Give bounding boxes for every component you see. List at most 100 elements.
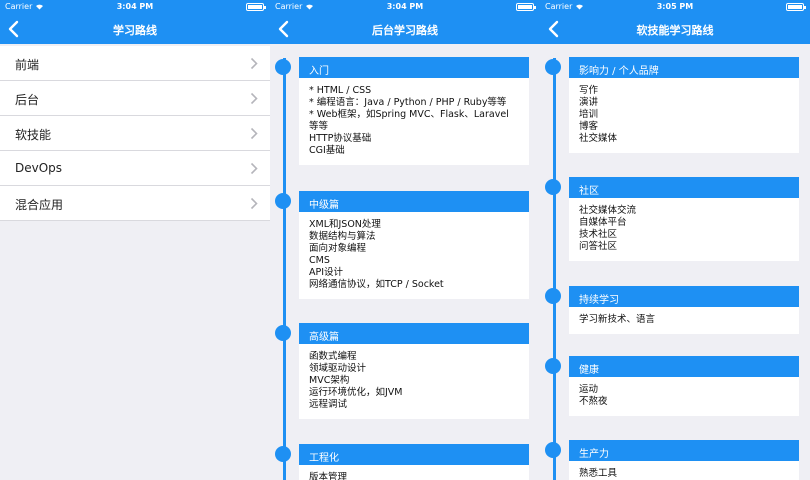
battery-icon	[246, 3, 266, 11]
timeline-line	[283, 58, 286, 480]
card-line: 技术社区	[579, 229, 618, 240]
card-header: 影响力 / 个人品牌	[545, 57, 799, 78]
card-body: 运动 不熬夜	[569, 377, 799, 416]
timeline-card: 高级篇 函数式编程 领域驱动设计 MVC架构 运行环境优化，如JVM 远程调试	[275, 323, 529, 419]
nav-bar: 后台学习路线	[270, 14, 540, 44]
path-menu: 前端 后台 软技能 DevOps 混合应用	[0, 46, 270, 221]
status-time: 3:04 PM	[386, 2, 424, 11]
menu-item-label: 前端	[15, 58, 40, 72]
card-line: CGI基础	[309, 145, 345, 156]
status-bar: Carrier 3:04 PM	[0, 0, 270, 14]
card-line: 培训	[579, 109, 599, 120]
chevron-right-icon	[250, 197, 258, 210]
timeline-dot	[545, 288, 561, 304]
card-title: 工程化	[309, 453, 339, 464]
nav-title: 软技能学习路线	[636, 24, 714, 37]
timeline-dot	[545, 179, 561, 195]
card-line: XML和JSON处理	[309, 219, 381, 230]
timeline-card: 社区 社交媒体交流 自媒体平台 技术社区 问答社区	[545, 177, 799, 261]
timeline-dot	[275, 59, 291, 75]
timeline-line	[553, 58, 556, 480]
card-header: 社区	[545, 177, 799, 198]
card-line: 博客	[579, 121, 599, 132]
card-body: 熟悉工具	[569, 461, 799, 480]
card-body: 函数式编程 领域驱动设计 MVC架构 运行环境优化，如JVM 远程调试	[299, 344, 529, 419]
card-line: * Web框架，如Spring MVC、Flask、Laravel	[309, 109, 509, 120]
chevron-right-icon	[250, 127, 258, 140]
timeline-card: 中级篇 XML和JSON处理 数据结构与算法 面向对象编程 CMS API设计 …	[275, 191, 529, 299]
card-line: * 编程语言：Java / Python / PHP / Ruby等等	[309, 97, 507, 108]
card-line: 写作	[579, 85, 599, 96]
card-line: 学习新技术、语言	[579, 314, 656, 325]
card-title: 中级篇	[309, 200, 339, 211]
timeline-card: 健康 运动 不熬夜	[545, 356, 799, 416]
timeline-dot	[275, 325, 291, 341]
chevron-right-icon	[250, 92, 258, 105]
timeline-dot	[545, 358, 561, 374]
nav-title: 后台学习路线	[372, 24, 438, 37]
status-bar: Carrier 3:05 PM	[540, 0, 810, 14]
status-time: 3:04 PM	[116, 2, 154, 11]
timeline-card: 影响力 / 个人品牌 写作 演讲 培训 博客 社交媒体	[545, 57, 799, 153]
card-line: 熟悉工具	[579, 468, 618, 479]
card-title: 入门	[309, 66, 329, 77]
card-line: 数据结构与算法	[309, 231, 376, 242]
card-title: 社区	[579, 186, 599, 197]
menu-item-frontend[interactable]: 前端	[0, 46, 270, 81]
nav-title: 学习路线	[113, 24, 157, 37]
card-header: 高级篇	[275, 323, 529, 344]
card-line: 自媒体平台	[579, 217, 627, 228]
nav-bar: 软技能学习路线	[540, 14, 810, 44]
card-line: MVC架构	[309, 375, 350, 386]
timeline-card: 持续学习 学习新技术、语言	[545, 286, 799, 334]
card-body: 学习新技术、语言	[569, 307, 799, 334]
menu-item-devops[interactable]: DevOps	[0, 151, 270, 186]
timeline-dot	[545, 59, 561, 75]
card-title: 健康	[579, 365, 599, 376]
menu-item-hybrid[interactable]: 混合应用	[0, 186, 270, 221]
menu-item-backend[interactable]: 后台	[0, 81, 270, 116]
chevron-right-icon	[250, 162, 258, 175]
card-line: 领域驱动设计	[309, 363, 367, 374]
nav-bar: 学习路线	[0, 14, 270, 44]
menu-item-soft-skills[interactable]: 软技能	[0, 116, 270, 151]
card-title: 持续学习	[579, 295, 619, 306]
card-line: 社交媒体交流	[579, 205, 637, 216]
card-line: 不熬夜	[579, 396, 608, 407]
timeline-dot	[275, 193, 291, 209]
card-line: 社交媒体	[579, 133, 618, 144]
card-title: 生产力	[579, 449, 609, 460]
card-line: 问答社区	[579, 241, 618, 252]
card-line: 网络通信协议，如TCP / Socket	[309, 279, 444, 290]
status-bar: Carrier 3:04 PM	[270, 0, 540, 14]
card-body: 社交媒体交流 自媒体平台 技术社区 问答社区	[569, 198, 799, 261]
screen-backend-path: Carrier 3:04 PM 后台学习路线 入门 * HTML / CSS *…	[270, 0, 540, 480]
card-body: 版本管理	[299, 465, 529, 480]
card-header: 中级篇	[275, 191, 529, 212]
card-header: 持续学习	[545, 286, 799, 307]
card-title: 高级篇	[309, 332, 339, 343]
card-header: 工程化	[275, 444, 529, 465]
card-line: 运行环境优化，如JVM	[309, 387, 403, 398]
menu-item-label: 混合应用	[15, 198, 64, 212]
card-body: * HTML / CSS * 编程语言：Java / Python / PHP …	[299, 78, 529, 165]
menu-item-label: 后台	[15, 93, 40, 107]
timeline-dot	[545, 442, 561, 458]
card-line: 版本管理	[309, 472, 348, 480]
card-line: CMS	[309, 255, 330, 266]
card-line: 远程调试	[309, 399, 348, 410]
battery-icon	[786, 3, 806, 11]
card-line: API设计	[309, 267, 344, 278]
card-line: 演讲	[579, 97, 599, 108]
timeline-card: 工程化 版本管理	[275, 444, 529, 480]
timeline-card: 入门 * HTML / CSS * 编程语言：Java / Python / P…	[275, 57, 529, 165]
card-line: 面向对象编程	[309, 243, 367, 254]
card-title: 影响力 / 个人品牌	[579, 66, 659, 77]
menu-item-label: DevOps	[15, 161, 63, 175]
card-header: 健康	[545, 356, 799, 377]
status-time: 3:05 PM	[656, 2, 694, 11]
card-line: HTTP协议基础	[309, 133, 372, 144]
card-line: 函数式编程	[309, 351, 357, 362]
card-line: * HTML / CSS	[309, 85, 372, 96]
card-header: 入门	[275, 57, 529, 78]
